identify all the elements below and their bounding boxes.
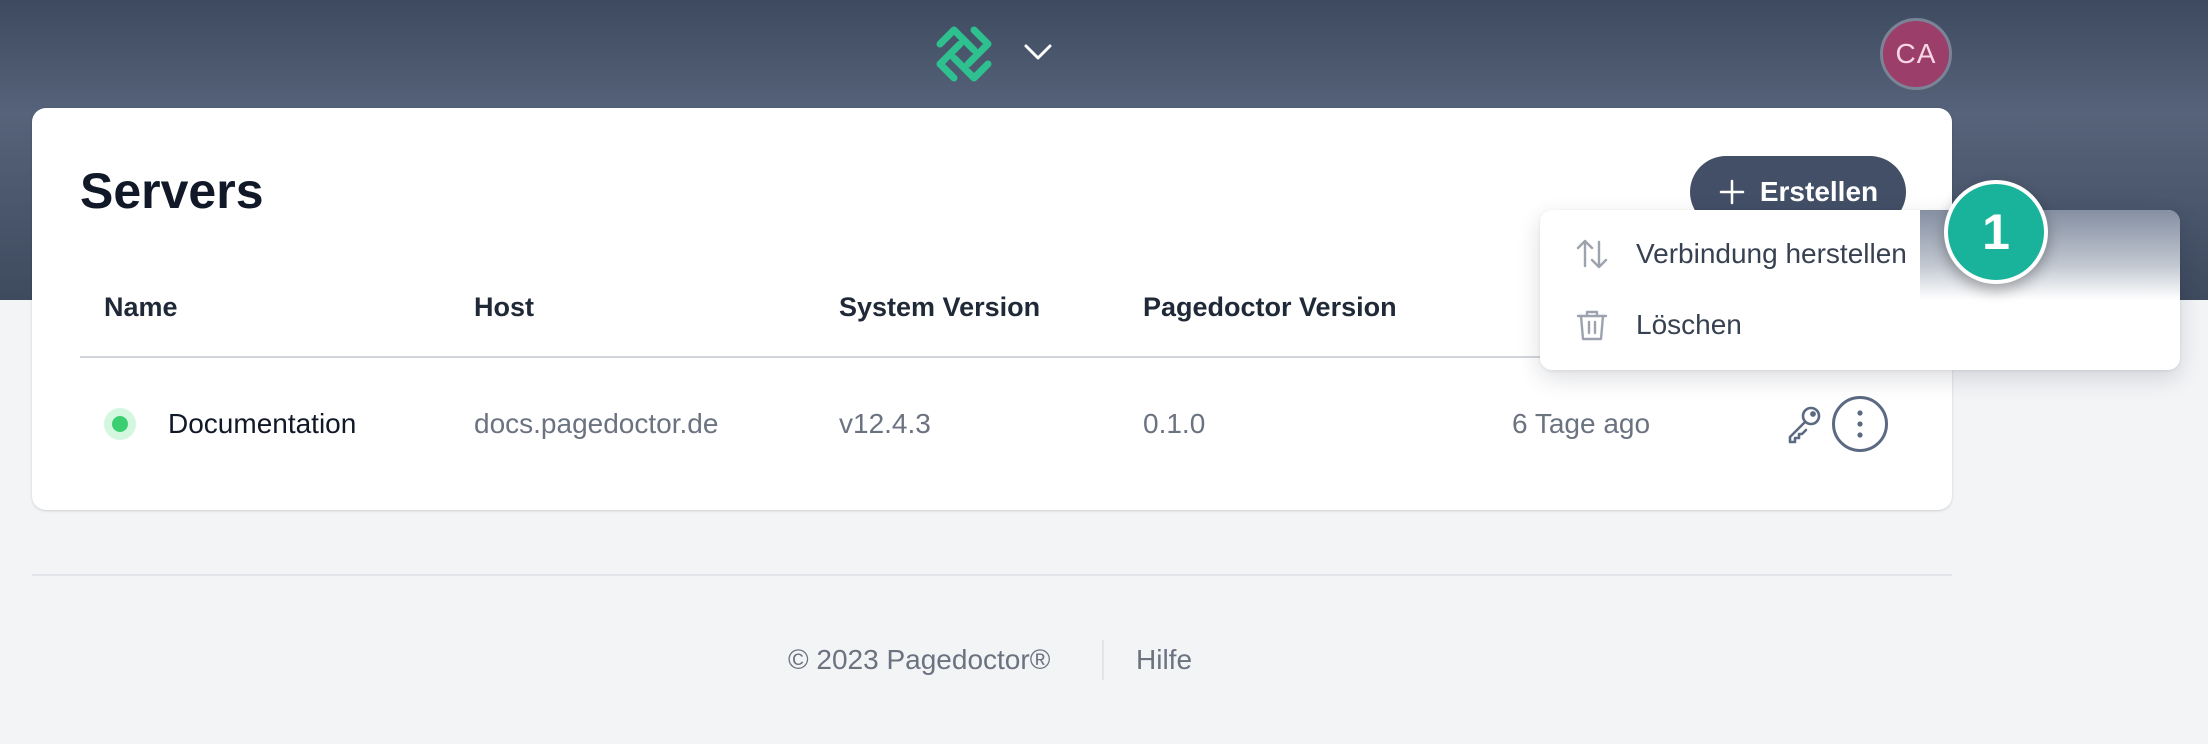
create-button-label: Erstellen xyxy=(1759,176,1879,207)
page-title: Servers xyxy=(80,163,264,219)
server-pagedoctor-version: 0.1.0 xyxy=(1143,408,1206,439)
column-header-system-version[interactable]: System Version xyxy=(839,292,1040,323)
column-header-host[interactable]: Host xyxy=(474,292,534,323)
footer-separator xyxy=(1102,640,1104,680)
user-avatar[interactable]: CA xyxy=(1880,18,1952,90)
step-badge: 1 xyxy=(1944,180,2048,284)
pagedoctor-logo-icon[interactable] xyxy=(930,20,998,88)
column-header-name[interactable]: Name xyxy=(104,292,178,323)
status-online-indicator xyxy=(104,408,136,440)
plus-icon xyxy=(1719,179,1745,205)
table-row[interactable]: Documentation docs.pagedoctor.de v12.4.3… xyxy=(32,388,1952,460)
arrows-up-down-icon xyxy=(1576,239,1608,269)
server-last-updated: 6 Tage ago xyxy=(1512,408,1651,439)
trash-icon xyxy=(1576,310,1608,341)
ellipsis-vertical-icon xyxy=(1857,410,1863,438)
server-host: docs.pagedoctor.de xyxy=(474,408,719,439)
menu-item-connect-label: Verbindung herstellen xyxy=(1636,238,1907,269)
chevron-down-icon[interactable] xyxy=(1022,40,1054,64)
column-header-pagedoctor-version[interactable]: Pagedoctor Version xyxy=(1143,292,1397,323)
more-options-button[interactable] xyxy=(1832,396,1888,452)
server-name[interactable]: Documentation xyxy=(168,408,356,440)
footer-help-link[interactable]: Hilfe xyxy=(1136,644,1192,676)
server-system-version: v12.4.3 xyxy=(839,408,931,439)
menu-item-delete[interactable]: Löschen xyxy=(1540,290,2180,360)
menu-item-delete-label: Löschen xyxy=(1636,309,1742,340)
footer-copyright: © 2023 Pagedoctor® xyxy=(788,644,1051,675)
key-icon[interactable] xyxy=(1782,402,1826,446)
footer-divider xyxy=(32,574,1952,576)
